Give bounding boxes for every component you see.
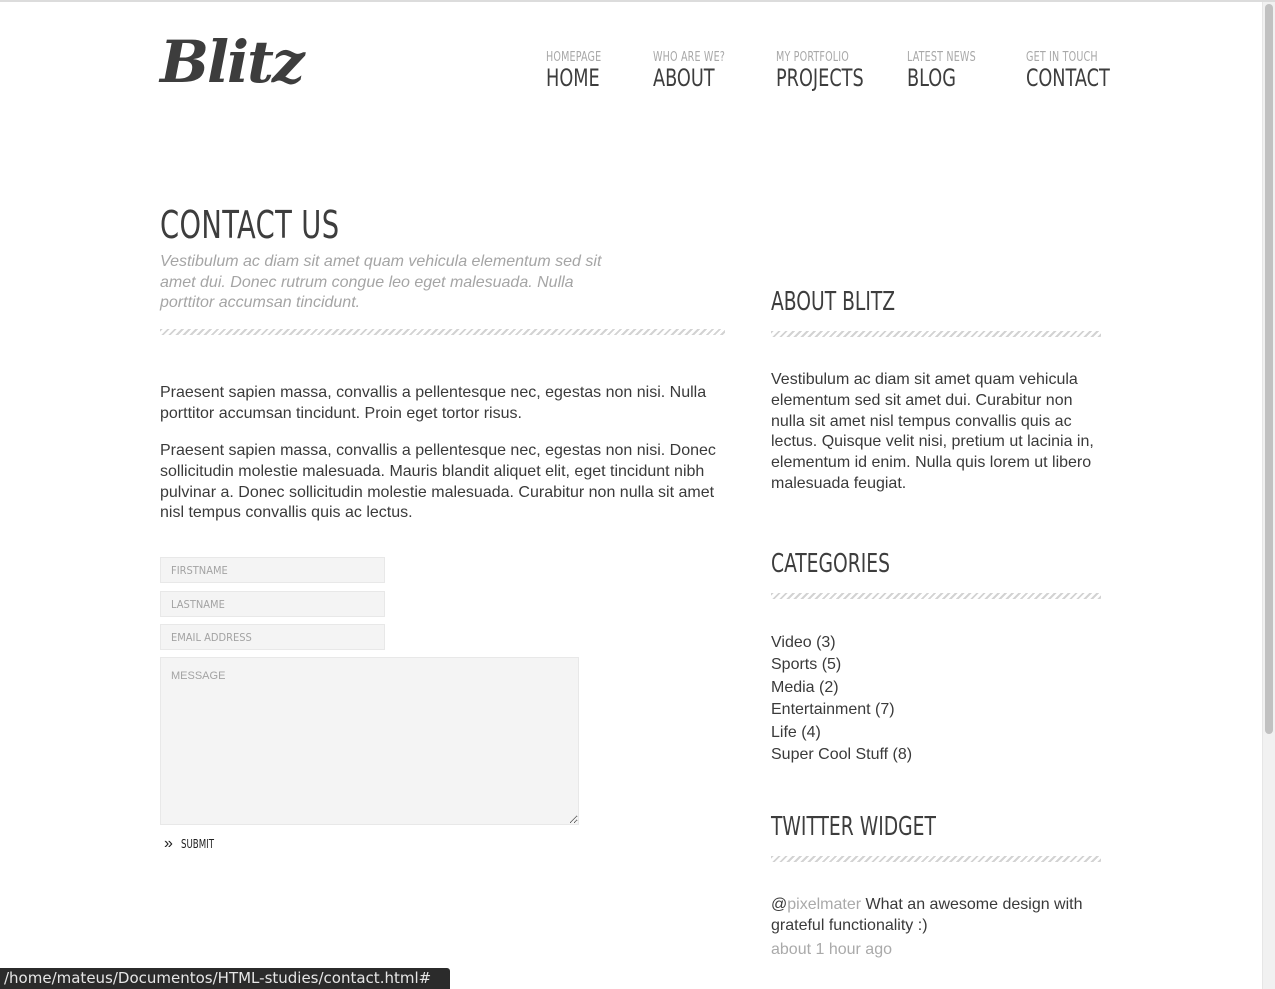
about-text: Vestibulum ac diam sit amet quam vehicul…: [771, 371, 1094, 492]
submit-button[interactable]: » SUBMIT: [164, 836, 222, 852]
nav-main-label: BLOG: [907, 64, 956, 92]
message-field[interactable]: [160, 657, 579, 825]
section-divider: [771, 331, 1101, 337]
nav-sub-label: MY PORTFOLIO: [776, 50, 850, 65]
tweet-at: @: [771, 896, 788, 913]
nav-item-projects[interactable]: MY PORTFOLIO PROJECTS: [776, 50, 883, 92]
nav-item-about[interactable]: WHO ARE WE? ABOUT: [653, 50, 741, 92]
category-link[interactable]: Super Cool Stuff (8): [771, 744, 912, 766]
page-subtitle: Vestibulum ac diam sit amet quam vehicul…: [160, 253, 602, 311]
categories-title: CATEGORIES: [771, 549, 890, 579]
section-divider: [160, 329, 725, 335]
email-field[interactable]: [160, 624, 385, 650]
twitter-title: TWITTER WIDGET: [771, 812, 936, 842]
nav-main-label: CONTACT: [1026, 64, 1110, 92]
tweet-timestamp: about 1 hour ago: [771, 941, 892, 958]
category-link[interactable]: Entertainment (7): [771, 699, 912, 721]
lastname-field[interactable]: [160, 591, 385, 617]
vertical-scrollbar[interactable]: [1262, 2, 1275, 989]
nav-item-contact[interactable]: GET IN TOUCH CONTACT: [1026, 50, 1128, 92]
category-link[interactable]: Life (4): [771, 722, 912, 744]
nav-sub-label: LATEST NEWS: [907, 50, 976, 65]
category-link[interactable]: Video (3): [771, 632, 912, 654]
firstname-field[interactable]: [160, 557, 385, 583]
nav-main-label: HOME: [546, 64, 600, 92]
logo[interactable]: Blitz: [160, 28, 305, 96]
nav-sub-label: HOMEPAGE: [546, 50, 602, 65]
body-paragraph: Praesent sapien massa, convallis a pelle…: [160, 384, 707, 422]
nav-item-home[interactable]: HOMEPAGE HOME: [546, 50, 614, 92]
nav-sub-label: GET IN TOUCH: [1026, 50, 1098, 65]
nav-item-blog[interactable]: LATEST NEWS BLOG: [907, 50, 991, 92]
body-paragraph: Praesent sapien massa, convallis a pelle…: [160, 442, 716, 522]
nav-main-label: PROJECTS: [776, 64, 864, 92]
nav-main-label: ABOUT: [653, 64, 715, 92]
tweet-text: @pixelmater What an awesome design with …: [771, 895, 1101, 937]
tweet-handle-link[interactable]: pixelmater: [787, 896, 861, 913]
status-url-bar: /home/mateus/Documentos/HTML-studies/con…: [0, 968, 451, 989]
section-divider: [771, 593, 1101, 599]
about-title: ABOUT BLITZ: [771, 287, 896, 317]
category-link[interactable]: Sports (5): [771, 654, 912, 676]
page-title: CONTACT US: [160, 203, 340, 247]
categories-list: Video (3) Sports (5) Media (2) Entertain…: [771, 632, 912, 766]
submit-label: SUBMIT: [180, 837, 214, 851]
category-link[interactable]: Media (2): [771, 677, 912, 699]
scrollbar-thumb[interactable]: [1265, 4, 1273, 734]
top-border: [0, 0, 1275, 2]
section-divider: [771, 856, 1101, 862]
double-chevron-right-icon: »: [164, 835, 173, 852]
nav-sub-label: WHO ARE WE?: [653, 50, 726, 65]
